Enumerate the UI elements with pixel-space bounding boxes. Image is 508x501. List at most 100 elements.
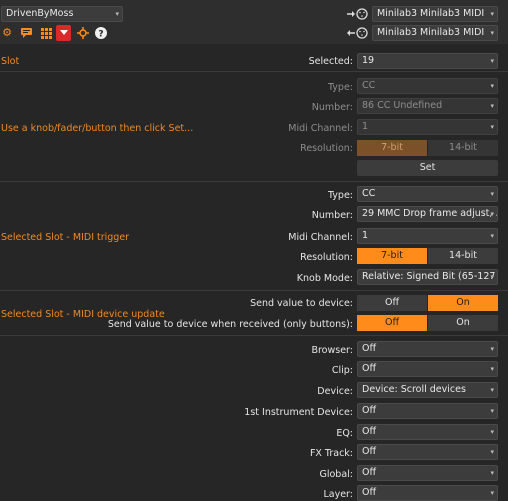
midi-output-select[interactable]: Minilab3 Minilab3 MIDI ▾ xyxy=(372,6,498,22)
chevron-down-icon: ▾ xyxy=(490,386,494,394)
global-value: Off xyxy=(362,467,377,478)
divider xyxy=(0,181,508,182)
layer-label: Layer: xyxy=(323,489,353,500)
trigger-channel-select[interactable]: 1 ▾ xyxy=(357,228,498,244)
selected-slot-value: 19 xyxy=(362,55,375,66)
clip-label: Clip: xyxy=(331,365,353,376)
chevron-down-icon: ▾ xyxy=(490,345,494,353)
send-value-label: Send value to device: xyxy=(250,298,353,309)
browser-label: Browser: xyxy=(311,345,353,356)
script-select[interactable]: DrivenByMoss ▾ xyxy=(1,6,123,22)
midi-output-value: Minilab3 Minilab3 MIDI xyxy=(377,8,485,19)
divider xyxy=(0,71,508,72)
chevron-down-icon: ▾ xyxy=(115,10,119,18)
send-received-on[interactable]: On xyxy=(428,315,498,331)
learn-number-select: 86 CC Undefined ▾ xyxy=(357,98,498,114)
gear-icon[interactable]: ⚙ xyxy=(0,26,14,40)
learn-channel-value: 1 xyxy=(362,121,369,132)
device-value: Device: Scroll devices xyxy=(362,384,466,395)
learn-resolution-7bit: 7-bit xyxy=(357,140,427,156)
learn-type-value: CC xyxy=(362,80,376,91)
slot-section-title: Slot xyxy=(1,56,20,67)
chevron-down-icon: ▾ xyxy=(490,232,494,240)
midi-input-select[interactable]: Minilab3 Minilab3 MIDI ▾ xyxy=(372,25,498,41)
browser-value: Off xyxy=(362,343,377,354)
learn-channel-label: Midi Channel: xyxy=(288,123,353,134)
chevron-down-icon: ▾ xyxy=(490,469,494,477)
layer-value: Off xyxy=(362,487,377,498)
trigger-type-value: CC xyxy=(362,188,376,199)
instrument-device-label: 1st Instrument Device: xyxy=(244,407,353,418)
trigger-channel-value: 1 xyxy=(362,230,369,241)
chevron-down-icon: ▾ xyxy=(490,10,494,18)
midi-input-value: Minilab3 Minilab3 MIDI xyxy=(377,27,485,38)
instrument-device-select[interactable]: Off ▾ xyxy=(357,403,498,419)
clip-select[interactable]: Off ▾ xyxy=(357,361,498,377)
learn-number-value: 86 CC Undefined xyxy=(362,100,443,111)
send-received-off[interactable]: Off xyxy=(357,315,427,331)
chevron-down-icon: ▾ xyxy=(490,190,494,198)
grid-icon[interactable] xyxy=(39,26,53,40)
learn-type-select: CC ▾ xyxy=(357,78,498,94)
selected-label: Selected: xyxy=(308,56,353,67)
clip-value: Off xyxy=(362,363,377,374)
learn-channel-select: 1 ▾ xyxy=(357,119,498,135)
instrument-device-value: Off xyxy=(362,405,377,416)
trigger-number-select[interactable]: 29 MMC Drop frame adjust, ... ▾ xyxy=(357,206,498,222)
knob-mode-label: Knob Mode: xyxy=(296,273,353,284)
device-label: Device: xyxy=(317,386,353,397)
script-name: DrivenByMoss xyxy=(6,8,74,19)
selected-slot-select[interactable]: 19 ▾ xyxy=(357,53,498,69)
learn-resolution-label: Resolution: xyxy=(300,143,353,154)
device-select[interactable]: Device: Scroll devices ▾ xyxy=(357,382,498,398)
chevron-down-icon: ▾ xyxy=(490,57,494,65)
fx-track-value: Off xyxy=(362,446,377,457)
divider xyxy=(0,335,508,336)
divider xyxy=(0,290,508,291)
help-icon[interactable]: ? xyxy=(94,26,108,40)
record-arrow-icon[interactable] xyxy=(56,25,71,41)
chevron-down-icon: ▾ xyxy=(490,407,494,415)
set-button[interactable]: Set xyxy=(357,160,498,176)
trigger-channel-label: Midi Channel: xyxy=(288,232,353,243)
trigger-type-select[interactable]: CC ▾ xyxy=(357,186,498,202)
trigger-resolution-14bit[interactable]: 14-bit xyxy=(428,248,498,264)
knob-mode-select[interactable]: Relative: Signed Bit (65-127 i... ▾ xyxy=(357,269,498,285)
knob-mode-value: Relative: Signed Bit (65-127 i... xyxy=(362,271,498,282)
send-value-off[interactable]: Off xyxy=(357,295,427,311)
chevron-down-icon: ▾ xyxy=(490,29,494,37)
chevron-down-icon: ▾ xyxy=(490,123,494,131)
comment-icon[interactable] xyxy=(19,26,33,40)
eq-value: Off xyxy=(362,426,377,437)
browser-select[interactable]: Off ▾ xyxy=(357,341,498,357)
in-arrow-icon xyxy=(346,26,370,40)
chevron-down-icon: ▾ xyxy=(490,365,494,373)
fx-track-label: FX Track: xyxy=(309,448,353,459)
send-value-on[interactable]: On xyxy=(428,295,498,311)
chevron-down-icon: ▾ xyxy=(490,428,494,436)
send-received-label: Send value to device when received (only… xyxy=(107,319,353,330)
global-select[interactable]: Off ▾ xyxy=(357,465,498,481)
fx-track-select[interactable]: Off ▾ xyxy=(357,444,498,460)
chevron-down-icon: ▾ xyxy=(490,102,494,110)
out-arrow-icon xyxy=(346,7,370,21)
chevron-down-icon: ▾ xyxy=(490,273,494,281)
learn-resolution-14bit: 14-bit xyxy=(428,140,498,156)
learn-section-title: Use a knob/fader/button then click Set..… xyxy=(1,123,194,134)
eq-label: EQ: xyxy=(336,428,353,439)
trigger-number-label: Number: xyxy=(311,210,353,221)
chevron-down-icon: ▾ xyxy=(490,210,494,218)
svg-text:?: ? xyxy=(98,30,103,40)
eq-select[interactable]: Off ▾ xyxy=(357,424,498,440)
chevron-down-icon: ▾ xyxy=(490,82,494,90)
learn-type-label: Type: xyxy=(327,82,353,93)
global-label: Global: xyxy=(319,469,353,480)
trigger-resolution-7bit[interactable]: 7-bit xyxy=(357,248,427,264)
chevron-down-icon: ▾ xyxy=(490,448,494,456)
trigger-section-title: Selected Slot - MIDI trigger xyxy=(1,232,130,243)
crosshair-icon[interactable] xyxy=(76,26,90,40)
trigger-resolution-label: Resolution: xyxy=(300,252,353,263)
trigger-number-value: 29 MMC Drop frame adjust, ... xyxy=(362,208,498,219)
learn-number-label: Number: xyxy=(311,102,353,113)
layer-select[interactable]: Off ▾ xyxy=(357,485,498,501)
